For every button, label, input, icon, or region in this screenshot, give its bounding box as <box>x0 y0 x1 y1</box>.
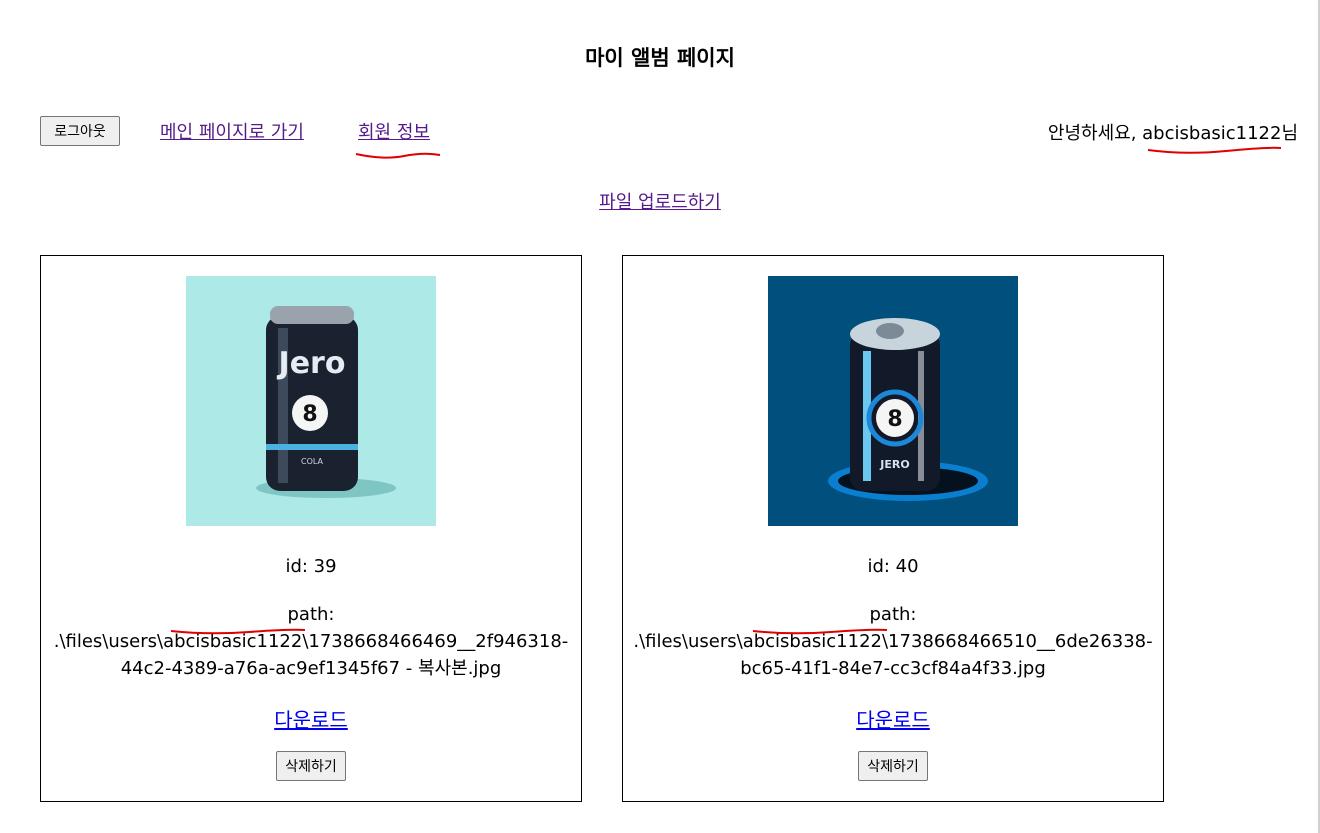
username: abcisbasic1122 <box>1142 123 1282 144</box>
can-small-text: COLA <box>301 457 324 466</box>
member-info-link[interactable]: 회원 정보 <box>358 118 430 144</box>
greeting-prefix: 안녕하세요, <box>1047 123 1143 144</box>
ball-number: 8 <box>302 402 317 427</box>
main-page-link[interactable]: 메인 페이지로 가기 <box>160 118 304 144</box>
page-title: 마이 앨범 페이지 <box>585 46 735 70</box>
photo-thumbnail[interactable]: Jero 8 COLA <box>186 276 436 526</box>
can-brand-text: Jero <box>277 346 346 381</box>
photo-id: id: 39 <box>285 556 337 577</box>
can-tab <box>876 323 904 339</box>
upload-container: 파일 업로드하기 <box>0 188 1320 214</box>
greeting-suffix: 님 <box>1281 123 1298 144</box>
download-link[interactable]: 다운로드 <box>274 708 348 732</box>
annotation-underline-member-info <box>355 152 441 159</box>
file-upload-link[interactable]: 파일 업로드하기 <box>599 192 721 213</box>
can-stripe <box>266 444 358 450</box>
delete-button[interactable]: 삭제하기 <box>276 751 346 781</box>
photo-path: path: .\files\users\abcisbasic1122\17386… <box>51 601 571 682</box>
path-value: .\files\users\abcisbasic1122\17386684664… <box>53 631 569 679</box>
logout-button[interactable]: 로그아웃 <box>40 116 120 146</box>
photo-id: id: 40 <box>867 556 919 577</box>
photo-card: Jero 8 COLA id: 39 path: .\files\users\a… <box>40 255 582 802</box>
greeting: 안녕하세요, abcisbasic1122님 <box>1048 119 1298 145</box>
can-brand-text: JERO <box>879 458 909 471</box>
photo-path: path: .\files\users\abcisbasic1122\17386… <box>633 601 1153 682</box>
path-label: path: <box>287 604 335 625</box>
path-value: .\files\users\abcisbasic1122\17386684665… <box>633 631 1153 679</box>
download-link[interactable]: 다운로드 <box>856 708 930 732</box>
path-label: path: <box>869 604 917 625</box>
photo-card: 8 JERO id: 40 path: .\files\users\abcisb… <box>622 255 1164 802</box>
can-top <box>270 306 354 324</box>
photo-thumbnail[interactable]: 8 JERO <box>768 276 1018 526</box>
delete-button[interactable]: 삭제하기 <box>858 751 928 781</box>
ball-number: 8 <box>887 407 902 432</box>
